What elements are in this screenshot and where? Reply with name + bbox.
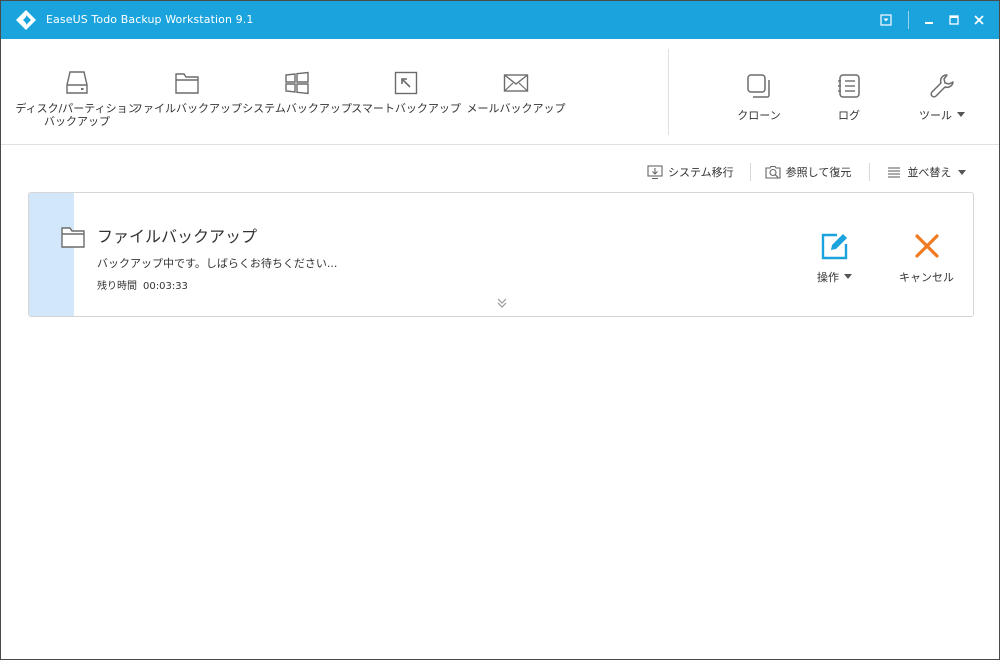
toolbar-system-backup[interactable]: システムバックアップ	[242, 39, 352, 145]
close-icon	[974, 15, 984, 25]
operate-label: 操作	[817, 269, 852, 285]
minimize-button[interactable]	[919, 10, 939, 30]
browse-restore-icon	[765, 164, 781, 180]
backup-task-card[interactable]: ファイルバックアップ バックアップ中です。しばらくお待ちください... 残り時間…	[28, 192, 974, 317]
log-icon	[835, 72, 863, 100]
folder-icon	[173, 69, 201, 97]
sort-button[interactable]: 並べ替え	[886, 161, 967, 183]
window-menu-button[interactable]	[876, 10, 896, 30]
task-status-strip	[29, 193, 74, 316]
dropdown-caret-icon	[958, 169, 967, 175]
main-toolbar: ディスク/パーティション バックアップ ファイルバックアップ システムバックアッ…	[1, 39, 999, 145]
toolbar-label: ログ	[838, 109, 860, 122]
operate-button[interactable]: 操作	[817, 231, 852, 285]
titlebar-divider	[908, 11, 909, 29]
cancel-label: キャンセル	[899, 271, 954, 284]
toolbar-label: ファイルバックアップ	[132, 102, 242, 115]
browse-restore-label: 参照して復元	[785, 166, 852, 179]
mail-icon	[502, 69, 530, 97]
sort-lines-icon	[886, 164, 902, 180]
wrench-icon	[928, 72, 956, 100]
app-window: EaseUS Todo Backup Workstation 9.1 ディスク/…	[0, 0, 1000, 660]
system-migrate-label: システム移行	[668, 166, 734, 179]
toolbar-divider	[668, 49, 669, 135]
clone-icon	[745, 72, 773, 100]
dropdown-caret-icon	[957, 112, 965, 117]
toolbar-label: ディスク/パーティション バックアップ	[15, 102, 139, 128]
task-remaining: 残り時間 00:03:33	[97, 277, 194, 292]
edit-icon	[820, 231, 850, 261]
toolbar-file-backup[interactable]: ファイルバックアップ	[132, 39, 242, 145]
sort-label: 並べ替え	[907, 166, 952, 179]
remaining-label: 残り時間	[97, 281, 137, 292]
toolbar-smart-backup[interactable]: スマートバックアップ	[351, 39, 461, 145]
expand-chevron-icon[interactable]	[496, 296, 508, 310]
task-title: ファイルバックアップ	[97, 227, 258, 246]
folder-icon	[61, 227, 85, 248]
close-button[interactable]	[969, 10, 989, 30]
cancel-x-icon	[912, 231, 942, 261]
minimize-icon	[925, 22, 933, 24]
toolbar-tools[interactable]: ツール	[911, 39, 973, 145]
toolbar-mail-backup[interactable]: メールバックアップ	[467, 39, 566, 145]
smart-arrow-icon	[392, 69, 420, 97]
task-status-text: バックアップ中です。しばらくお待ちください...	[97, 257, 338, 270]
toolbar-label: メールバックアップ	[466, 102, 566, 115]
disk-icon	[63, 69, 91, 97]
maximize-button[interactable]	[944, 10, 964, 30]
dropdown-caret-icon	[844, 274, 852, 279]
title-bar[interactable]: EaseUS Todo Backup Workstation 9.1	[1, 1, 999, 39]
toolbar-disk-partition-backup[interactable]: ディスク/パーティション バックアップ	[15, 39, 139, 145]
remaining-time: 00:03:33	[143, 281, 188, 292]
window-title: EaseUS Todo Backup Workstation 9.1	[46, 13, 254, 26]
action-divider	[749, 163, 751, 181]
action-divider	[869, 163, 871, 181]
toolbar-label: ツール	[919, 109, 965, 122]
toolbar-log[interactable]: ログ	[819, 39, 879, 145]
system-migrate-icon	[647, 164, 663, 180]
browse-restore-button[interactable]: 参照して復元	[765, 161, 852, 183]
toolbar-label: スマートバックアップ	[351, 102, 461, 115]
windows-icon	[283, 69, 311, 97]
toolbar-label: クローン	[737, 109, 781, 122]
toolbar-label: システムバックアップ	[242, 102, 352, 115]
action-bar: システム移行 参照して復元 並べ替え	[647, 161, 967, 183]
cancel-button[interactable]: キャンセル	[899, 231, 954, 285]
maximize-icon	[949, 15, 959, 25]
dropdown-box-icon	[880, 14, 892, 26]
toolbar-clone[interactable]: クローン	[729, 39, 789, 145]
easeus-logo-icon	[16, 10, 36, 30]
system-migrate-button[interactable]: システム移行	[647, 161, 734, 183]
